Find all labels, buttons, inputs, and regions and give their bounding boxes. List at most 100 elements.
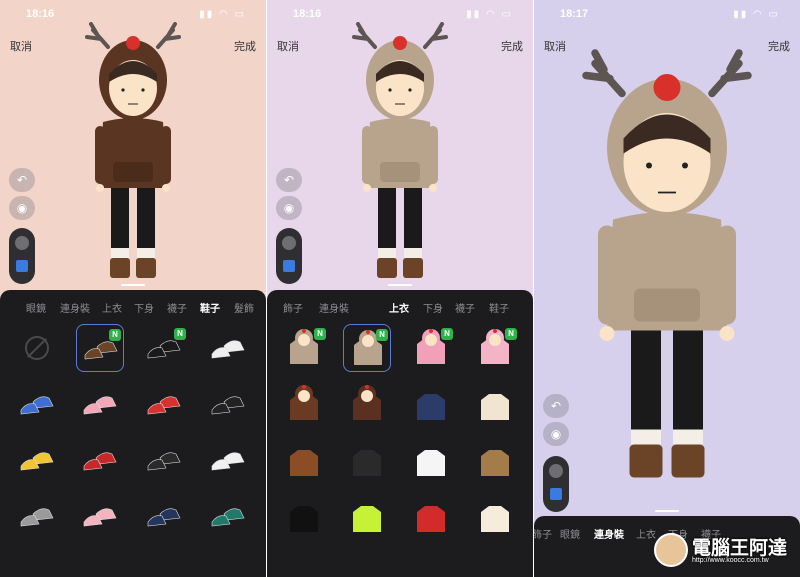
item-blue-sneakers[interactable] bbox=[13, 380, 61, 428]
top-icon bbox=[290, 385, 318, 420]
item-reindeer-hoodie-pink-2[interactable]: N bbox=[471, 324, 519, 372]
signal-wifi-battery-icon: ▮▮ ◠ ▭ bbox=[199, 9, 246, 20]
tab-bottoms[interactable]: 下身 bbox=[423, 300, 443, 315]
item-brown-jacket[interactable] bbox=[471, 436, 519, 484]
sheet-handle[interactable] bbox=[121, 284, 145, 286]
item-white-low-sneakers[interactable] bbox=[204, 436, 252, 484]
shoe-icon bbox=[147, 396, 181, 415]
shoe-icon bbox=[211, 340, 245, 359]
tab-accessories[interactable]: 飾子 bbox=[534, 526, 552, 541]
item-reindeer-hoodie-brown[interactable] bbox=[280, 380, 328, 428]
tab-tops[interactable]: 上衣 bbox=[102, 300, 122, 315]
item-red-low-sneakers[interactable] bbox=[76, 436, 124, 484]
tab-glasses[interactable]: 眼鏡 bbox=[560, 526, 580, 541]
sheet-handle[interactable] bbox=[388, 284, 412, 286]
top-icon bbox=[481, 450, 509, 476]
cancel-button[interactable]: 取消 bbox=[544, 38, 566, 54]
camera-button[interactable]: ◉ bbox=[543, 422, 569, 446]
watermark-url: http://www.koocc.com.tw bbox=[692, 557, 769, 564]
shoe-icon bbox=[83, 508, 117, 527]
cancel-button[interactable]: 取消 bbox=[277, 38, 299, 54]
item-reindeer-hoodie-tan[interactable]: N bbox=[280, 324, 328, 372]
item-grey-sneakers[interactable] bbox=[13, 492, 61, 540]
clothing-category-icon[interactable] bbox=[16, 260, 28, 272]
item-reindeer-hoodie-brown-2[interactable] bbox=[343, 380, 391, 428]
camera-button[interactable]: ◉ bbox=[9, 196, 35, 220]
top-icon bbox=[417, 394, 445, 420]
face-category-icon[interactable] bbox=[282, 236, 296, 250]
face-category-icon[interactable] bbox=[549, 464, 563, 478]
tab-glasses[interactable]: 眼鏡 bbox=[26, 300, 46, 315]
tab-onesie[interactable]: 連身裝 bbox=[594, 526, 624, 541]
top-icon bbox=[290, 506, 318, 532]
avatar-editor-preview: 18:17 ▮▮ ◠ ▭ 取消 完成 ↶ ◉ 飾子 眼鏡 連身裝 上衣 襪子 電… bbox=[534, 0, 800, 577]
watermark-text: 電腦王阿達 bbox=[692, 538, 788, 559]
tab-bottoms[interactable]: 下身 bbox=[134, 300, 154, 315]
avatar-editor-shoes: 18:16 ▮▮ ◠ ▭ 取消 完成 ↶ ◉ 眼鏡 連身裝 上衣 下身 襪子 鞋… bbox=[0, 0, 266, 577]
category-tabs: 飾子 連身裝 上衣 下身 襪子 鞋子 bbox=[267, 300, 533, 318]
new-badge: N bbox=[376, 329, 388, 341]
item-picker-sheet: 眼鏡 連身裝 上衣 下身 襪子 鞋子 髮飾 N N bbox=[0, 290, 266, 577]
item-black-sweater[interactable] bbox=[343, 436, 391, 484]
undo-button[interactable]: ↶ bbox=[543, 394, 569, 418]
camera-button[interactable]: ◉ bbox=[276, 196, 302, 220]
item-red-sneakers[interactable] bbox=[140, 380, 188, 428]
done-button[interactable]: 完成 bbox=[768, 38, 790, 54]
new-badge: N bbox=[109, 329, 121, 341]
item-brown-sweater[interactable] bbox=[280, 436, 328, 484]
item-cream-sweater-2[interactable] bbox=[471, 492, 519, 540]
item-neon-jacket[interactable] bbox=[343, 492, 391, 540]
clothing-category-icon[interactable] bbox=[283, 260, 295, 272]
item-none[interactable] bbox=[13, 324, 61, 372]
undo-button[interactable]: ↶ bbox=[276, 168, 302, 192]
item-yellow-sneakers[interactable] bbox=[13, 436, 61, 484]
avatar-reindeer-tan-large bbox=[582, 49, 752, 478]
shoe-icon bbox=[83, 452, 117, 471]
item-white-sneakers[interactable] bbox=[204, 324, 252, 372]
none-icon bbox=[25, 336, 49, 360]
shoe-icon bbox=[20, 396, 54, 415]
item-black-track-jacket[interactable] bbox=[280, 492, 328, 540]
sheet-handle[interactable] bbox=[655, 510, 679, 512]
item-reindeer-hoodie-pink[interactable]: N bbox=[407, 324, 455, 372]
avatar-reindeer-tan bbox=[352, 22, 448, 278]
item-brown-boots[interactable]: N bbox=[76, 324, 124, 372]
item-navy-sneakers[interactable] bbox=[140, 492, 188, 540]
done-button[interactable]: 完成 bbox=[501, 38, 523, 54]
tab-accessories[interactable]: 飾子 bbox=[283, 300, 303, 315]
tab-shoes[interactable]: 鞋子 bbox=[200, 300, 220, 315]
top-icon bbox=[417, 506, 445, 532]
item-green-sneakers[interactable] bbox=[204, 492, 252, 540]
item-black-sneakers[interactable] bbox=[204, 380, 252, 428]
avatar-reindeer-brown bbox=[85, 22, 181, 278]
category-switcher[interactable] bbox=[9, 228, 35, 284]
new-badge: N bbox=[174, 328, 186, 340]
tab-onesie[interactable]: 連身裝 bbox=[319, 300, 349, 315]
undo-button[interactable]: ↶ bbox=[9, 168, 35, 192]
category-switcher[interactable] bbox=[276, 228, 302, 284]
item-reindeer-hoodie-tan-selected[interactable]: N bbox=[343, 324, 391, 372]
item-red-jacket[interactable] bbox=[407, 492, 455, 540]
item-white-jacket[interactable] bbox=[407, 436, 455, 484]
item-navy-sweater[interactable] bbox=[407, 380, 455, 428]
shoe-icon bbox=[83, 396, 117, 415]
clothing-category-icon[interactable] bbox=[550, 488, 562, 500]
tab-tops[interactable]: 上衣 bbox=[636, 526, 656, 541]
done-button[interactable]: 完成 bbox=[234, 38, 256, 54]
tab-hair-accessories[interactable]: 髮飾 bbox=[234, 300, 254, 315]
tab-socks[interactable]: 襪子 bbox=[455, 300, 475, 315]
tab-onesie[interactable]: 連身裝 bbox=[60, 300, 90, 315]
item-black-low-sneakers[interactable] bbox=[140, 436, 188, 484]
tab-shoes[interactable]: 鞋子 bbox=[489, 300, 509, 315]
category-switcher[interactable] bbox=[543, 456, 569, 512]
item-cream-sweater[interactable] bbox=[471, 380, 519, 428]
status-time: 18:16 bbox=[26, 8, 55, 20]
item-pink-low-sneakers[interactable] bbox=[76, 492, 124, 540]
item-black-boots[interactable]: N bbox=[140, 324, 188, 372]
cancel-button[interactable]: 取消 bbox=[10, 38, 32, 54]
item-pink-sneakers[interactable] bbox=[76, 380, 124, 428]
face-category-icon[interactable] bbox=[15, 236, 29, 250]
tab-tops[interactable]: 上衣 bbox=[389, 300, 409, 315]
tab-socks[interactable]: 襪子 bbox=[167, 300, 187, 315]
shoe-icon bbox=[211, 396, 245, 415]
